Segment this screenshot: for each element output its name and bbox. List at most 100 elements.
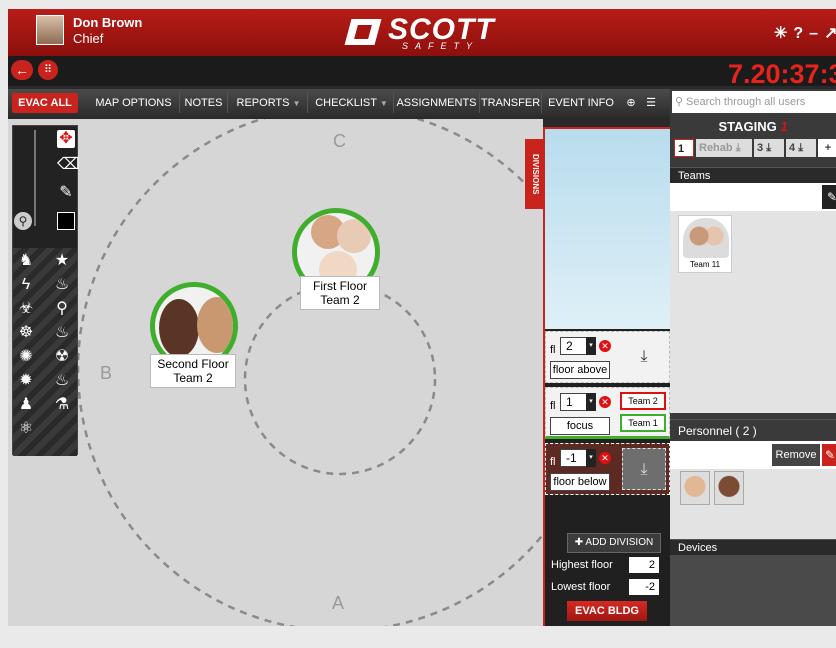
staging-count: 1	[780, 119, 788, 134]
delete-icon[interactable]: ✕	[599, 340, 611, 352]
assignments-button[interactable]: ASSIGNMENTS	[394, 93, 480, 113]
evac-all-button[interactable]: EVAC ALL	[12, 93, 78, 113]
personnel-toolbar: Remove ✎	[670, 441, 836, 469]
transfer-button[interactable]: TRANSFER	[480, 93, 542, 113]
pencil-icon[interactable]: ✎	[57, 184, 75, 202]
outer-ring	[76, 119, 543, 626]
map-options-button[interactable]: MAP OPTIONS	[88, 93, 180, 113]
fire-icon[interactable]: ♨	[53, 276, 71, 294]
reports-label: REPORTS	[236, 97, 290, 109]
crosshair-icon[interactable]: ⊕	[622, 93, 640, 113]
floor-row-below[interactable]: fl -1 ▾ ✕ floor below ⤓	[545, 443, 670, 495]
staging-tab-rehab[interactable]: Rehab ⤓	[696, 139, 752, 157]
gas-icon[interactable]: ♨	[53, 372, 71, 390]
personnel-header: Personnel ( 2 )	[670, 419, 836, 441]
staging-tab[interactable]: 1	[674, 139, 694, 157]
lowest-floor-label: Lowest floor	[551, 581, 611, 593]
staging-label: STAGING	[718, 119, 777, 134]
app-window: Don Brown Chief SCOTT SAFETY ✳?–↗✕ ← ⠿ 7…	[8, 9, 836, 626]
floor-spinner-icon[interactable]: ▾	[586, 449, 596, 467]
avatar[interactable]	[36, 15, 64, 45]
menu-grid-icon[interactable]: ⠿	[38, 60, 58, 80]
back-button[interactable]: ←	[11, 60, 33, 80]
lowest-floor-row: Lowest floor	[551, 581, 610, 593]
evac-bldg-button[interactable]: EVAC BLDG	[567, 601, 647, 621]
download-icon[interactable]: ⤓	[622, 448, 666, 490]
search-placeholder: Search through all users	[686, 96, 806, 108]
team-label-line2: Team 2	[173, 371, 213, 385]
delete-icon[interactable]: ✕	[599, 396, 611, 408]
tab-label: 4	[789, 142, 796, 154]
biohazard-icon[interactable]: ☣	[17, 300, 35, 318]
personnel-list	[670, 469, 836, 539]
zoom-icon[interactable]: ⚲	[14, 212, 32, 230]
tool-palette: ✥ ⌫ ✎ ⚲ ♞ ★ ϟ ♨ ☣ ⚲ ☸ ♨ ✺ ☢ ✹ ♨ ♟ ⚗ ⚛	[12, 125, 80, 456]
lightning-icon[interactable]: ϟ	[17, 276, 35, 294]
avatar	[159, 299, 199, 357]
divisions-tab[interactable]: DIVISIONS	[525, 139, 545, 209]
avatar[interactable]	[680, 471, 710, 505]
floor-spinner-icon[interactable]: ▾	[586, 393, 596, 411]
window-controls[interactable]: ✳?–↗✕	[774, 23, 836, 43]
search-input[interactable]: ⚲ Search through all users	[672, 91, 836, 113]
pencil-icon[interactable]: ✎	[822, 444, 836, 466]
elapsed-clock: 7.20:37:38	[728, 59, 836, 89]
download-icon[interactable]: ⤓	[622, 336, 666, 378]
radiation-icon[interactable]: ☢	[53, 348, 71, 366]
move-icon[interactable]: ✥	[57, 130, 75, 148]
highest-floor-row: Highest floor	[551, 559, 613, 571]
people-icon[interactable]: ♟	[17, 396, 35, 414]
sky-area	[545, 129, 670, 329]
search-person-icon[interactable]: ⚲	[53, 300, 71, 318]
caret-down-icon: ▼	[379, 99, 388, 108]
staging-tab[interactable]: 3 ⤓	[754, 139, 784, 157]
staging-tab[interactable]: 4 ⤓	[786, 139, 816, 157]
fl-prefix: fl	[550, 456, 556, 468]
add-tab-button[interactable]: +	[818, 139, 836, 157]
checklist-menu[interactable]: CHECKLIST ▼	[310, 93, 394, 113]
event-info-button[interactable]: EVENT INFO	[542, 93, 620, 113]
add-division-button[interactable]: ✚ ADD DIVISION	[567, 533, 661, 553]
pencil-icon[interactable]: ✎	[822, 185, 836, 209]
highest-floor-input[interactable]: 2	[629, 557, 659, 573]
floor-row-above[interactable]: fl 2 ▾ ✕ floor above ⤓	[545, 331, 670, 383]
avatar[interactable]	[714, 471, 744, 505]
reports-menu[interactable]: REPORTS ▼	[230, 93, 308, 113]
user-name: Don Brown	[73, 15, 143, 30]
floor-name: floor above	[550, 361, 610, 379]
ring-label-b: B	[100, 363, 113, 383]
team-chip[interactable]: Team 2	[620, 392, 666, 410]
star-icon[interactable]: ★	[53, 252, 71, 270]
floor-row-focus[interactable]: fl 1 ▾ ✕ focus Team 2 Team 1	[545, 387, 670, 439]
list-circle-icon[interactable]: ☰	[641, 93, 661, 113]
explosion-icon[interactable]: ✺	[17, 348, 35, 366]
eraser-icon[interactable]: ⌫	[57, 156, 80, 174]
lowest-floor-input[interactable]: -2	[629, 579, 659, 595]
hazmat-icon[interactable]: ☸	[17, 324, 35, 342]
floor-spinner-icon[interactable]: ▾	[586, 337, 596, 355]
logo-mark-icon	[344, 19, 382, 45]
color-swatch[interactable]	[57, 212, 75, 230]
team-label-line2: Team 2	[320, 293, 360, 307]
team-label: Second Floor Team 2	[150, 354, 236, 388]
team-chip[interactable]: Team 1	[620, 414, 666, 432]
delete-icon[interactable]: ✕	[599, 452, 611, 464]
zoom-slider[interactable]	[34, 130, 36, 226]
plus-icon: ✚	[574, 537, 584, 548]
flask-icon[interactable]: ⚗	[53, 396, 71, 414]
flame-icon[interactable]: ♨	[53, 324, 71, 342]
avatar	[197, 297, 233, 353]
dog-icon[interactable]: ♞	[17, 252, 35, 270]
remove-button[interactable]: Remove	[772, 444, 820, 466]
bomb-icon[interactable]: ✹	[17, 372, 35, 390]
avatar	[683, 218, 729, 258]
team-card-label: Team 11	[689, 260, 721, 269]
team-label-line1: First Floor	[313, 279, 367, 293]
team-card[interactable]: Team 11	[678, 215, 732, 273]
atom-icon[interactable]: ⚛	[17, 420, 35, 438]
map-rings	[76, 119, 543, 626]
highest-floor-label: Highest floor	[551, 559, 613, 571]
fl-prefix: fl	[550, 400, 556, 412]
incident-map[interactable]: C B A First Floor Team 2 Second Floor Te…	[8, 119, 543, 626]
notes-button[interactable]: NOTES	[180, 93, 228, 113]
